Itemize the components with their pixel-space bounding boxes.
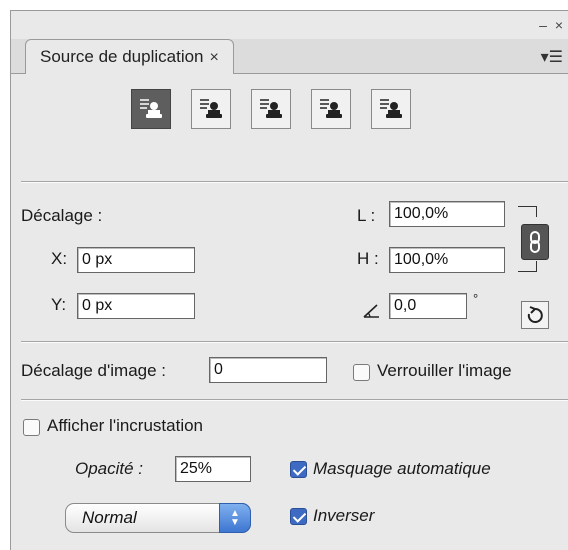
select-arrows-icon: ▲ ▼ <box>219 503 251 533</box>
close-icon[interactable]: × <box>555 17 565 33</box>
clone-source-panel: – × Source de duplication × ▾☰ Décalage … <box>10 10 568 550</box>
reset-transform-button[interactable] <box>521 301 549 329</box>
lock-frame-label: Verrouiller l'image <box>377 361 512 380</box>
frame-offset-label: Décalage d'image : <box>21 361 166 380</box>
link-bracket-top <box>518 206 537 217</box>
lock-frame-checkbox[interactable] <box>353 364 370 381</box>
height-scale-field[interactable]: 100,0% <box>389 247 505 273</box>
clone-source-icon <box>380 99 402 118</box>
window-controls: – × <box>539 17 565 33</box>
width-label: L : <box>357 206 376 225</box>
divider <box>21 341 568 343</box>
clone-source-icon <box>200 99 222 118</box>
show-overlay-checkbox[interactable] <box>23 419 40 436</box>
clone-source-button-1[interactable] <box>131 89 171 129</box>
panel-menu-icon[interactable]: ▾☰ <box>541 47 563 67</box>
clone-source-button-5[interactable] <box>371 89 411 129</box>
blend-mode-value: Normal <box>82 508 137 527</box>
minimize-icon[interactable]: – <box>539 17 549 33</box>
chain-link-icon <box>530 231 540 253</box>
clone-source-button-3[interactable] <box>251 89 291 129</box>
tab-close-icon[interactable]: × <box>210 49 219 66</box>
opacity-label: Opacité : <box>75 459 144 478</box>
tab-clone-source[interactable]: Source de duplication × <box>25 39 234 74</box>
offset-label: Décalage : <box>21 206 103 225</box>
frame-offset-field[interactable]: 0 <box>209 357 327 383</box>
show-overlay-label: Afficher l'incrustation <box>47 416 204 435</box>
clone-source-icon <box>260 99 282 118</box>
clone-source-button-2[interactable] <box>191 89 231 129</box>
invert-checkbox[interactable] <box>290 508 307 525</box>
clone-source-button-4[interactable] <box>311 89 351 129</box>
link-bracket-bottom <box>518 261 537 272</box>
y-offset-field[interactable]: 0 px <box>77 293 195 319</box>
x-label: X: <box>51 249 68 268</box>
auto-hide-label: Masquage automatique <box>313 459 491 478</box>
width-scale-field[interactable]: 100,0% <box>389 201 505 227</box>
invert-label: Inverser <box>313 506 375 525</box>
height-label: H : <box>357 249 379 268</box>
clone-source-icon <box>320 99 342 118</box>
blend-mode-select[interactable]: Normal ▲ ▼ <box>65 503 251 533</box>
opacity-field[interactable]: 25% <box>175 456 251 482</box>
divider <box>21 181 568 183</box>
clone-source-icon <box>140 99 162 118</box>
clone-source-buttons <box>131 89 411 129</box>
auto-hide-checkbox[interactable] <box>290 461 307 478</box>
tab-title: Source de duplication <box>40 47 204 66</box>
link-scale-button[interactable] <box>521 224 549 260</box>
tab-strip: Source de duplication × <box>11 39 568 74</box>
degree-unit: ° <box>473 291 479 306</box>
angle-icon <box>363 304 379 318</box>
reset-icon <box>527 306 543 323</box>
x-offset-field[interactable]: 0 px <box>77 247 195 273</box>
y-label: Y: <box>51 295 67 314</box>
divider <box>21 399 568 401</box>
angle-field[interactable]: 0,0 <box>389 293 467 319</box>
